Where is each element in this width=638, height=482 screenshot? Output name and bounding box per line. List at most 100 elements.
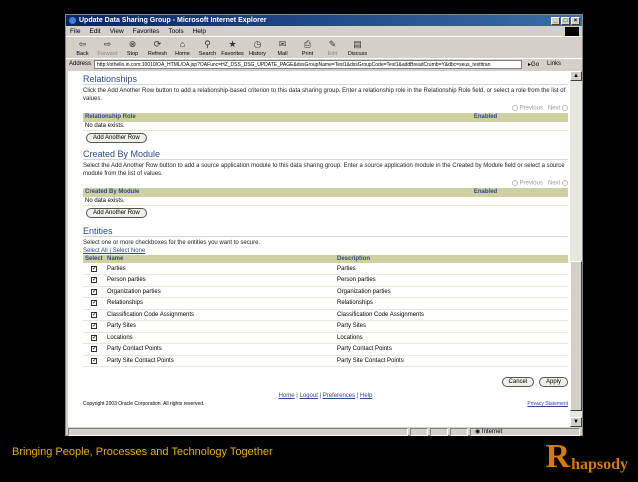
search-icon: ⚲ [204, 38, 211, 49]
table-row: ✓ Party Site Contact Points Party Site Con… [83, 355, 568, 368]
vertical-scrollbar[interactable]: ▲ ▼ [570, 71, 582, 427]
cancel-button[interactable]: Cancel [501, 377, 535, 388]
logo-initial: R [545, 438, 571, 475]
back-button[interactable]: ⇦ Back [70, 39, 95, 58]
footer-preferences-link[interactable]: Preferences [323, 393, 355, 399]
column-header: Created By Module [83, 187, 404, 197]
discuss-button[interactable]: ▤ Discuss [345, 39, 370, 58]
separator: | [109, 248, 111, 255]
add-another-row-button[interactable]: Add Another Row [86, 208, 147, 219]
table-row: ✓ Relationships Relationships [83, 297, 568, 310]
search-button[interactable]: ⚲ Search [195, 39, 220, 58]
menu-view[interactable]: View [110, 28, 124, 35]
column-header-select: Select [83, 255, 105, 264]
previous-link[interactable]: Previous [520, 106, 543, 112]
table-row: ✓ Classification Code Assignments Classifi… [83, 309, 568, 322]
column-header: Relationship Role [83, 112, 404, 122]
created-by-module-title: Created By Module [83, 149, 568, 161]
footer-home-link[interactable]: Home [279, 393, 295, 399]
address-input[interactable]: http://othello.in.com:10010/OA_HTML/OA.j… [94, 59, 523, 69]
page-viewport: Relationships Click the Add Another Row … [68, 71, 570, 427]
status-bar: ◉ Internet [68, 427, 582, 436]
select-all-link[interactable]: Select All [83, 248, 108, 254]
page-content: Relationships Click the Add Another Row … [83, 71, 568, 407]
mail-button[interactable]: ✉ Mail [270, 39, 295, 58]
menu-file[interactable]: File [70, 28, 80, 35]
column-header-description: Description [335, 255, 568, 264]
window-title: Update Data Sharing Group - Microsoft In… [79, 17, 267, 24]
select-links: Select All | Select None [83, 248, 568, 254]
apply-button[interactable]: Apply [538, 377, 568, 388]
address-label: Address [69, 61, 92, 67]
stop-icon: ⊗ [128, 38, 137, 49]
entity-description: Party Contact Points [335, 343, 568, 356]
menu-favorites[interactable]: Favorites [133, 28, 160, 35]
select-checkbox[interactable]: ✓ [91, 346, 97, 353]
windows-logo-icon [565, 26, 579, 36]
menu-help[interactable]: Help [193, 28, 206, 35]
select-none-link[interactable]: Select None [113, 248, 146, 254]
stop-button[interactable]: ⊗ Stop [120, 39, 145, 58]
minimize-button[interactable]: _ [551, 16, 560, 25]
scroll-thumb[interactable] [570, 261, 582, 411]
column-header: Enabled [403, 187, 568, 197]
address-bar: Address http://othello.in.com:10010/OA_H… [66, 59, 582, 69]
forward-button[interactable]: ⇨ Forward [95, 39, 120, 58]
scroll-up-arrow-icon[interactable]: ▲ [570, 71, 582, 81]
edit-button[interactable]: ✎ Edit [320, 39, 345, 58]
select-checkbox[interactable]: ✓ [91, 265, 97, 272]
close-button[interactable]: × [571, 16, 580, 25]
entity-name: Organization parties [105, 286, 335, 299]
home-button[interactable]: ⌂ Home [170, 39, 195, 58]
add-another-row-button[interactable]: Add Another Row [86, 133, 147, 144]
select-checkbox[interactable]: ✓ [91, 288, 97, 295]
select-checkbox[interactable]: ✓ [91, 277, 97, 284]
print-icon: ⎙ [303, 38, 312, 49]
footer-logout-link[interactable]: Logout [300, 393, 318, 399]
entity-description: Party Site Contact Points [335, 355, 568, 368]
table-row: ✓ Parties Parties [83, 263, 568, 276]
table-row: ✓ Organization parties Organization partie… [83, 286, 568, 299]
forward-arrow-icon: ⇨ [103, 38, 112, 49]
links-button[interactable]: Links [547, 61, 561, 67]
go-button[interactable]: ▸Go [528, 61, 539, 68]
select-checkbox[interactable]: ✓ [91, 300, 97, 307]
relationships-desc: Click the Add Another Row button to add … [83, 88, 566, 102]
rhapsody-logo: R hapsody [546, 438, 628, 474]
ie-icon [69, 17, 76, 24]
favorites-button[interactable]: ★ Favorites [220, 39, 245, 58]
select-checkbox[interactable]: ✓ [91, 323, 97, 330]
print-button[interactable]: ⎙ Print [295, 39, 320, 58]
select-checkbox[interactable]: ✓ [91, 357, 97, 364]
entity-name: Parties [105, 263, 335, 276]
entity-name: Classification Code Assignments [105, 309, 335, 322]
refresh-button[interactable]: ⟳ Refresh [145, 39, 170, 58]
next-link[interactable]: Next [548, 181, 560, 187]
previous-icon [511, 105, 518, 111]
select-checkbox[interactable]: ✓ [91, 334, 97, 341]
column-header: Enabled [403, 112, 568, 122]
previous-link[interactable]: Previous [520, 181, 543, 187]
select-checkbox[interactable]: ✓ [91, 311, 97, 318]
next-link[interactable]: Next [548, 106, 560, 112]
maximize-button[interactable]: □ [561, 16, 570, 25]
entity-description: Parties [335, 263, 568, 276]
history-icon: ◷ [253, 38, 262, 49]
entity-name: Party Site Contact Points [105, 355, 335, 368]
entity-description: Locations [335, 332, 568, 345]
menu-tools[interactable]: Tools [168, 28, 183, 35]
footer-help-link[interactable]: Help [360, 393, 372, 399]
status-page-icon [68, 427, 408, 436]
relationships-table: Relationship Role Enabled No data exists… [83, 112, 568, 132]
logo-rest: hapsody [571, 456, 628, 473]
privacy-statement-link[interactable]: Privacy Statement [527, 401, 568, 407]
favorites-icon: ★ [228, 38, 237, 49]
scroll-down-arrow-icon[interactable]: ▼ [570, 417, 582, 427]
entities-table: Select Name Description ✓ Parties Parties ✓… [83, 255, 568, 368]
entity-description: Person parties [335, 274, 568, 287]
menu-edit[interactable]: Edit [89, 28, 100, 35]
history-button[interactable]: ◷ History [245, 39, 270, 58]
entity-description: Classification Code Assignments [335, 309, 568, 322]
table-row: ✓ Party Contact Points Party Contact Point… [83, 343, 568, 356]
previous-icon [511, 180, 518, 187]
